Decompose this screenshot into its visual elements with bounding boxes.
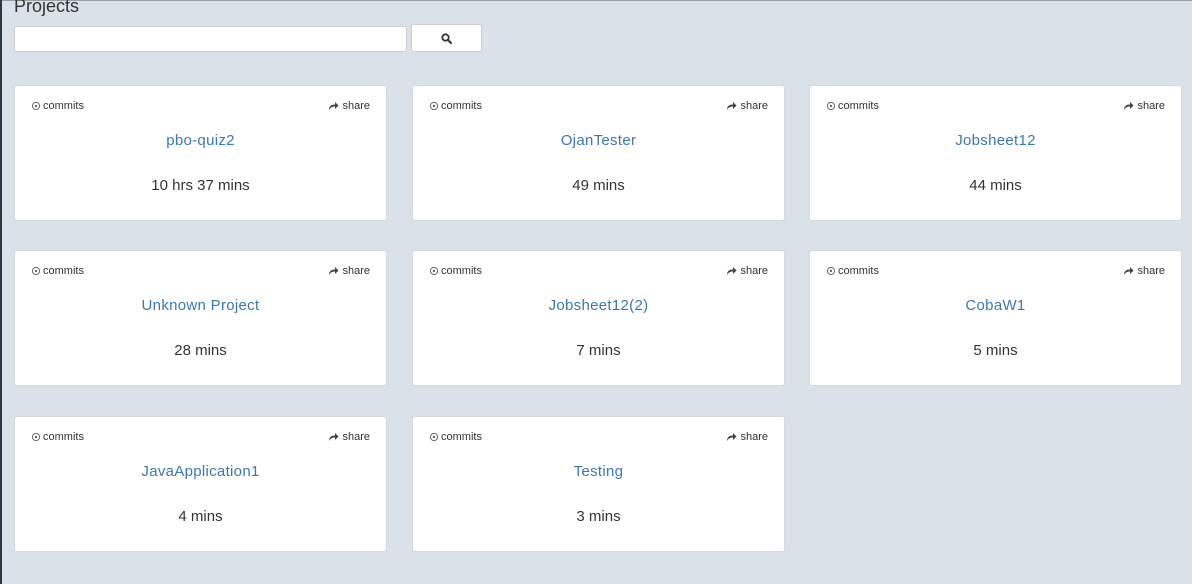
share-label: share — [740, 431, 768, 443]
share-label: share — [740, 100, 768, 112]
project-name-link[interactable]: Testing — [413, 463, 784, 480]
project-name-link[interactable]: JavaApplication1 — [15, 463, 386, 480]
commits-label: commits — [838, 100, 879, 112]
project-card: commits share JavaApplication1 4 mins — [14, 416, 387, 552]
project-card: commits share Unknown Project 28 mins — [14, 250, 387, 386]
commits-link[interactable]: commits — [429, 100, 482, 112]
project-time: 4 mins — [178, 508, 223, 525]
commits-link[interactable]: commits — [429, 431, 482, 443]
commits-link[interactable]: commits — [429, 265, 482, 277]
code-fork-icon — [31, 101, 41, 111]
share-link[interactable]: share — [726, 265, 768, 277]
commits-label: commits — [43, 265, 84, 277]
search-input[interactable] — [14, 26, 407, 52]
project-time: 28 mins — [174, 342, 227, 359]
commits-label: commits — [43, 431, 84, 443]
share-label: share — [342, 100, 370, 112]
project-card: commits share Jobsheet12 44 mins — [809, 85, 1182, 221]
share-link[interactable]: share — [1123, 100, 1165, 112]
search-icon — [441, 32, 452, 44]
share-link[interactable]: share — [328, 265, 370, 277]
project-card: commits share CobaW1 5 mins — [809, 250, 1182, 386]
code-fork-icon — [31, 266, 41, 276]
share-label: share — [342, 265, 370, 277]
project-card: commits share pbo-quiz2 10 hrs 37 mins — [14, 85, 387, 221]
share-arrow-icon — [328, 266, 339, 276]
commits-label: commits — [441, 100, 482, 112]
commits-link[interactable]: commits — [31, 265, 84, 277]
project-name-link[interactable]: OjanTester — [413, 132, 784, 149]
share-link[interactable]: share — [726, 100, 768, 112]
code-fork-icon — [429, 432, 439, 442]
commits-label: commits — [441, 265, 482, 277]
project-time: 44 mins — [969, 177, 1022, 194]
share-arrow-icon — [328, 432, 339, 442]
project-card: commits share Jobsheet12(2) 7 mins — [412, 250, 785, 386]
commits-link[interactable]: commits — [31, 431, 84, 443]
code-fork-icon — [826, 101, 836, 111]
project-name-link[interactable]: Unknown Project — [15, 297, 386, 314]
share-link[interactable]: share — [328, 100, 370, 112]
share-link[interactable]: share — [328, 431, 370, 443]
commits-label: commits — [441, 431, 482, 443]
project-card: commits share Testing 3 mins — [412, 416, 785, 552]
share-arrow-icon — [726, 266, 737, 276]
project-name-link[interactable]: CobaW1 — [810, 297, 1181, 314]
share-label: share — [1137, 265, 1165, 277]
project-name-link[interactable]: Jobsheet12(2) — [413, 297, 784, 314]
project-name-link[interactable]: pbo-quiz2 — [15, 132, 386, 149]
code-fork-icon — [31, 432, 41, 442]
commits-link[interactable]: commits — [31, 100, 84, 112]
sidebar-edge — [0, 0, 2, 584]
share-label: share — [740, 265, 768, 277]
project-time: 10 hrs 37 mins — [151, 177, 250, 194]
share-label: share — [1137, 100, 1165, 112]
commits-label: commits — [838, 265, 879, 277]
commits-link[interactable]: commits — [826, 265, 879, 277]
search-button[interactable] — [411, 24, 482, 52]
project-time: 7 mins — [576, 342, 621, 359]
share-arrow-icon — [1123, 101, 1134, 111]
page-title: Projects — [14, 0, 80, 16]
window-top-border — [0, 0, 1192, 1]
share-arrow-icon — [328, 101, 339, 111]
project-time: 49 mins — [572, 177, 625, 194]
share-label: share — [342, 431, 370, 443]
commits-link[interactable]: commits — [826, 100, 879, 112]
share-link[interactable]: share — [1123, 265, 1165, 277]
code-fork-icon — [429, 266, 439, 276]
share-arrow-icon — [1123, 266, 1134, 276]
share-arrow-icon — [726, 101, 737, 111]
project-card: commits share OjanTester 49 mins — [412, 85, 785, 221]
commits-label: commits — [43, 100, 84, 112]
project-time: 3 mins — [576, 508, 621, 525]
code-fork-icon — [826, 266, 836, 276]
share-link[interactable]: share — [726, 431, 768, 443]
project-time: 5 mins — [973, 342, 1018, 359]
code-fork-icon — [429, 101, 439, 111]
project-name-link[interactable]: Jobsheet12 — [810, 132, 1181, 149]
share-arrow-icon — [726, 432, 737, 442]
